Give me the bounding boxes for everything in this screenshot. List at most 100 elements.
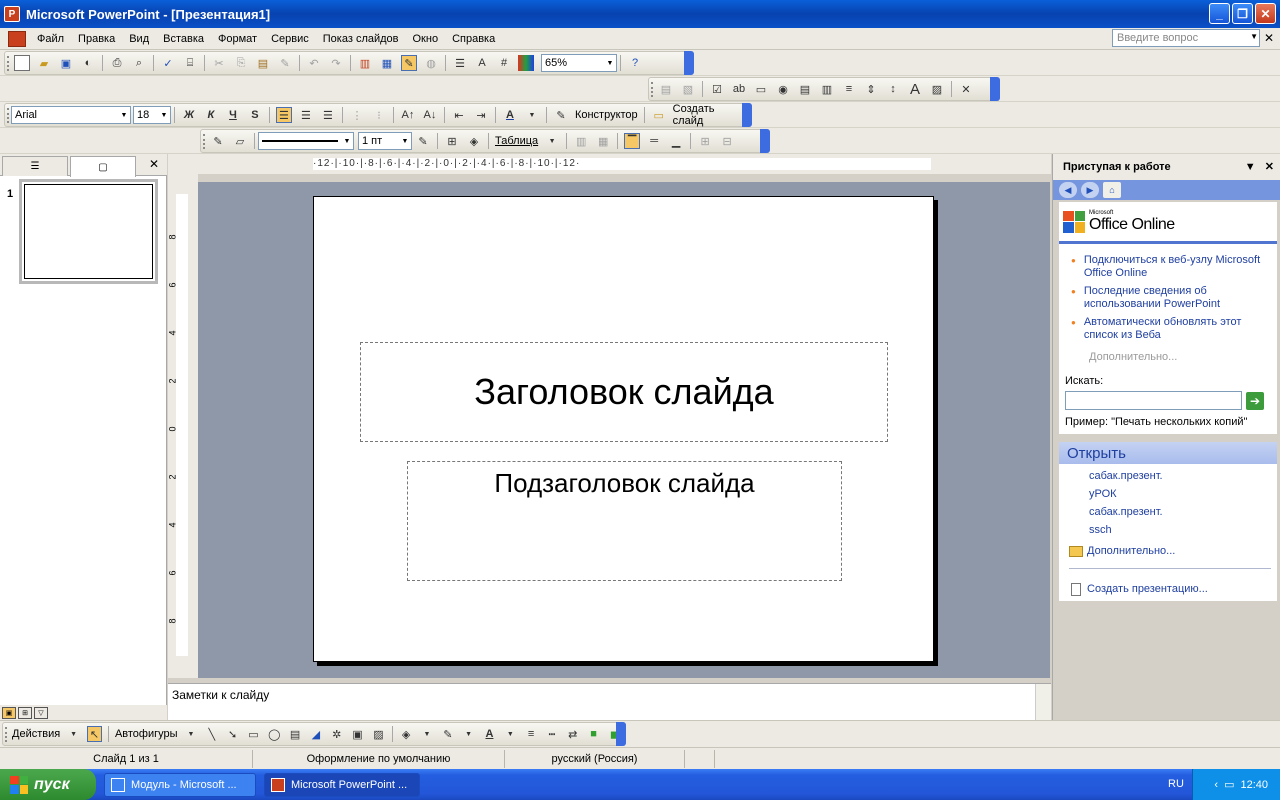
color-grayscale-icon[interactable]: [518, 55, 534, 71]
create-presentation-link[interactable]: Создать презентацию...: [1059, 577, 1277, 601]
arrow-style-icon[interactable]: ⇄: [565, 726, 580, 742]
image-control-icon[interactable]: ▨: [929, 81, 945, 97]
chevron-down-icon[interactable]: ▼: [184, 726, 199, 742]
format-painter-icon[interactable]: ✎: [277, 55, 293, 71]
recent-file-link[interactable]: уРОК: [1089, 488, 1277, 506]
chevron-down-icon[interactable]: ▼: [461, 726, 476, 742]
menu-format[interactable]: Формат: [211, 33, 264, 45]
chevron-down-icon[interactable]: ▼: [420, 726, 435, 742]
align-middle-icon[interactable]: ═: [646, 133, 662, 149]
spin-control-icon[interactable]: ⇕: [863, 81, 879, 97]
new-slide-button[interactable]: Создать слайд: [670, 103, 751, 127]
chevron-down-icon[interactable]: ▼: [544, 133, 560, 149]
network-icon[interactable]: ▭: [1224, 778, 1234, 791]
toggle-control-icon[interactable]: ≡: [841, 81, 857, 97]
recent-file-link[interactable]: сабак.презент.: [1089, 470, 1277, 488]
link-office-online[interactable]: ● Подключиться к веб-узлу Microsoft Offi…: [1071, 254, 1271, 280]
search-input[interactable]: [1065, 391, 1242, 410]
notes-pane[interactable]: Заметки к слайду: [168, 683, 1051, 721]
align-center-icon[interactable]: ☰: [298, 107, 314, 123]
close-icon[interactable]: ✕: [149, 157, 159, 171]
slide-thumbnail[interactable]: [19, 179, 158, 284]
font-select[interactable]: Arial ▼: [11, 106, 131, 124]
align-right-icon[interactable]: ☰: [320, 107, 336, 123]
link-auto-update[interactable]: ● Автоматически обновлять этот список из…: [1071, 316, 1271, 342]
back-arrow-icon[interactable]: ◀: [1059, 182, 1077, 198]
help-question-input[interactable]: Введите вопрос: [1112, 29, 1260, 47]
increase-font-icon[interactable]: A↑: [400, 107, 416, 123]
slides-tab[interactable]: ▢: [70, 156, 136, 177]
slideshow-view-icon[interactable]: ▽: [34, 706, 48, 719]
menu-insert[interactable]: Вставка: [156, 33, 211, 45]
distribute-rows-icon[interactable]: ⊞: [697, 133, 713, 149]
wordart-icon[interactable]: ◢: [309, 726, 324, 742]
close-button[interactable]: ✕: [1255, 3, 1276, 24]
clipart-icon[interactable]: ▣: [350, 726, 365, 742]
help-icon[interactable]: ?: [627, 55, 643, 71]
print-preview-icon[interactable]: ⌕: [131, 55, 147, 71]
tables-borders-icon[interactable]: ✎: [401, 55, 417, 71]
shadow-button[interactable]: S: [247, 107, 263, 123]
textbox-icon[interactable]: ▤: [288, 726, 303, 742]
menu-tools[interactable]: Сервис: [264, 33, 316, 45]
save-icon[interactable]: ▣: [58, 55, 74, 71]
font-size-select[interactable]: 18 ▼: [132, 106, 171, 124]
decrease-indent-icon[interactable]: ⇤: [451, 107, 467, 123]
more-link[interactable]: Дополнительно...: [1059, 351, 1277, 363]
merge-cells-icon[interactable]: ▥: [573, 133, 589, 149]
new-document-icon[interactable]: [14, 55, 30, 71]
table-menu-button[interactable]: Таблица: [492, 135, 541, 147]
button-control-icon[interactable]: ▭: [753, 81, 769, 97]
properties-icon[interactable]: ▤: [658, 81, 674, 97]
open-folder-icon[interactable]: ▰: [36, 55, 52, 71]
chevron-down-icon[interactable]: ▼: [503, 726, 518, 742]
tray-arrow-icon[interactable]: ‹: [1214, 779, 1218, 791]
arrow-icon[interactable]: ➘: [225, 726, 240, 742]
italic-button[interactable]: К: [203, 107, 219, 123]
increase-indent-icon[interactable]: ⇥: [473, 107, 489, 123]
border-width-select[interactable]: 1 пт ▼: [358, 132, 412, 150]
restore-button[interactable]: ❐: [1232, 3, 1253, 24]
start-button[interactable]: пуск: [0, 769, 96, 800]
insert-picture-icon[interactable]: ▨: [371, 726, 386, 742]
combobox-control-icon[interactable]: ▥: [819, 81, 835, 97]
border-style-select[interactable]: ▼: [258, 132, 354, 150]
home-icon[interactable]: ⌂: [1103, 182, 1121, 198]
oval-icon[interactable]: ◯: [267, 726, 282, 742]
autoshapes-menu[interactable]: Автофигуры: [112, 728, 181, 740]
line-icon[interactable]: ╲: [204, 726, 219, 742]
designer-button[interactable]: Конструктор: [572, 109, 641, 121]
view-code-icon[interactable]: ▧: [680, 81, 696, 97]
listbox-control-icon[interactable]: ▤: [797, 81, 813, 97]
align-left-icon[interactable]: ☰: [275, 107, 292, 123]
cut-icon[interactable]: ✂: [211, 55, 227, 71]
slide-sorter-icon[interactable]: ⊞: [18, 706, 32, 719]
distribute-columns-icon[interactable]: ⊟: [719, 133, 735, 149]
menu-window[interactable]: Окно: [406, 33, 446, 45]
zoom-select[interactable]: 65% ▼: [541, 54, 617, 72]
undo-icon[interactable]: ↶: [306, 55, 322, 71]
eraser-icon[interactable]: ▱: [232, 133, 248, 149]
actions-menu[interactable]: Действия: [9, 728, 63, 740]
fill-bucket-icon[interactable]: ◈: [399, 726, 414, 742]
chevron-down-icon[interactable]: ▼: [1250, 32, 1258, 41]
shadow-style-icon[interactable]: ■: [586, 726, 601, 742]
notes-scrollbar[interactable]: [1035, 684, 1051, 721]
bullets-icon[interactable]: ⁝: [371, 107, 387, 123]
scrollbar-control-icon[interactable]: ↕: [885, 81, 901, 97]
align-bottom-icon[interactable]: ▁: [668, 133, 684, 149]
search-go-icon[interactable]: ➔: [1246, 391, 1264, 410]
underline-button[interactable]: Ч: [225, 107, 241, 123]
task-pane-title[interactable]: Приступая к работе: [1063, 161, 1171, 173]
taskbar-powerpoint[interactable]: Microsoft PowerPoint ...: [264, 772, 420, 797]
more-controls-icon[interactable]: ✕: [958, 81, 974, 97]
diagram-icon[interactable]: ✲: [329, 726, 344, 742]
numbering-icon[interactable]: ⋮: [349, 107, 365, 123]
show-formatting-icon[interactable]: A: [474, 55, 490, 71]
close-icon[interactable]: ✕: [1265, 161, 1274, 173]
insert-table-icon[interactable]: ▦: [379, 55, 395, 71]
decrease-font-icon[interactable]: A↓: [422, 107, 438, 123]
powerpoint-app-icon[interactable]: P: [4, 6, 20, 22]
menu-slideshow[interactable]: Показ слайдов: [316, 33, 406, 45]
new-slide-icon[interactable]: ▭: [651, 107, 667, 123]
